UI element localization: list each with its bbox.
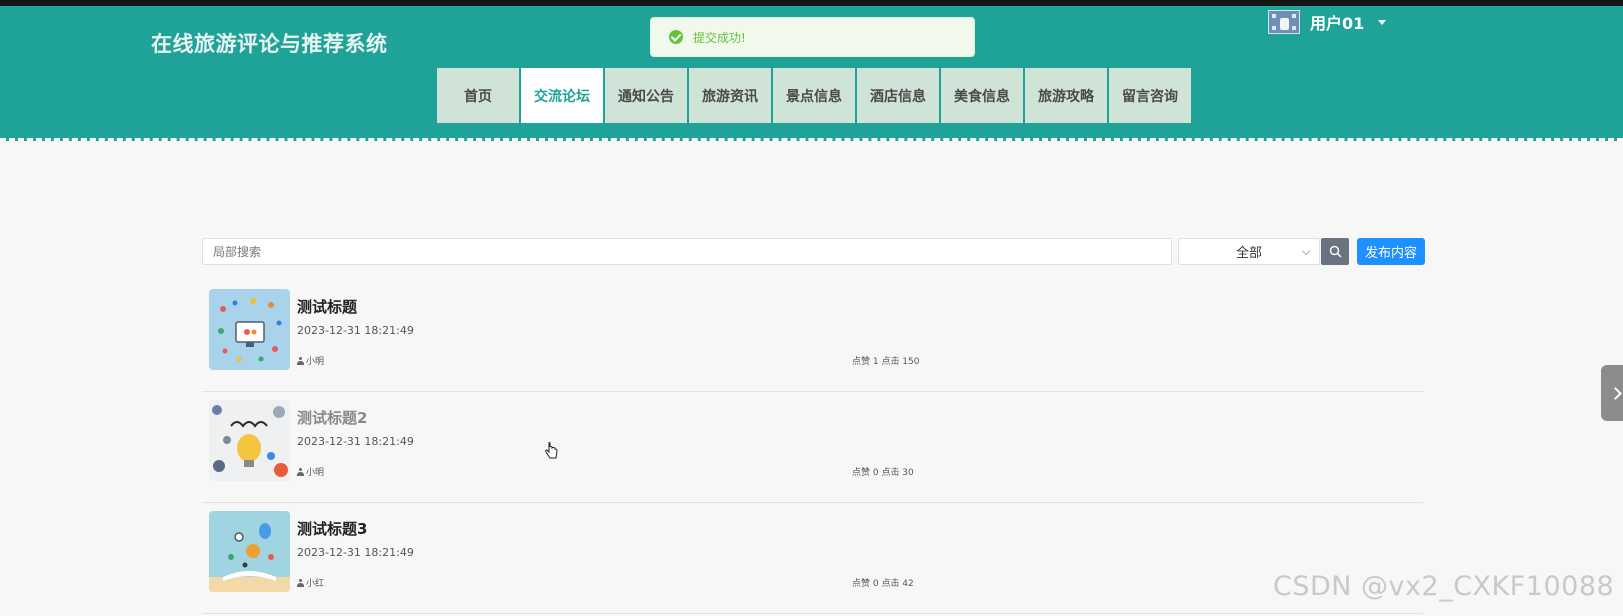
publish-button[interactable]: 发布内容 [1357, 238, 1425, 265]
post-author: 小明 [297, 465, 324, 478]
user-name[interactable]: 用户01 [1310, 10, 1364, 34]
side-drawer-toggle[interactable] [1601, 365, 1623, 421]
list-item[interactable]: 测试标题 2023-12-31 18:21:49 小明 点赞 1 点击 150 [202, 281, 1423, 392]
post-author-name: 小明 [306, 357, 325, 367]
nav-item-forum[interactable]: 交流论坛 [521, 68, 603, 123]
post-stats: 点赞 0 点击 30 [852, 468, 914, 478]
post-thumbnail[interactable] [209, 511, 290, 592]
search-input[interactable] [202, 238, 1172, 265]
check-circle-icon [669, 30, 683, 44]
user-icon [297, 578, 304, 587]
post-author: 小红 [297, 576, 324, 589]
main-nav: 首页 交流论坛 通知公告 旅游资讯 景点信息 酒店信息 美食信息 旅游攻略 留言… [437, 68, 1191, 123]
nav-item-notices[interactable]: 通知公告 [605, 68, 687, 123]
nav-item-hotels[interactable]: 酒店信息 [857, 68, 939, 123]
post-title[interactable]: 测试标题 [297, 296, 357, 317]
post-date: 2023-12-31 18:21:49 [297, 546, 414, 559]
caret-down-icon[interactable] [1378, 19, 1387, 25]
nav-item-news[interactable]: 旅游资讯 [689, 68, 771, 123]
hand-cursor-icon [545, 442, 558, 459]
post-author-name: 小明 [306, 468, 325, 478]
post-author-name: 小红 [306, 579, 325, 589]
header-divider [0, 138, 1623, 141]
site-title: 在线旅游评论与推荐系统 [151, 32, 388, 56]
post-thumbnail[interactable] [209, 400, 290, 481]
user-icon [297, 467, 304, 476]
post-date: 2023-12-31 18:21:49 [297, 435, 414, 448]
search-row: 全部 发布内容 [202, 238, 1425, 266]
user-menu[interactable]: 用户01 [1268, 10, 1387, 34]
search-icon [1329, 245, 1341, 258]
post-title[interactable]: 测试标题3 [297, 518, 367, 539]
nav-item-home[interactable]: 首页 [437, 68, 519, 123]
nav-item-guides[interactable]: 旅游攻略 [1025, 68, 1107, 123]
post-stats: 点赞 0 点击 42 [852, 579, 914, 589]
list-item[interactable]: 测试标题2 2023-12-31 18:21:49 小明 点赞 0 点击 30 [202, 392, 1423, 503]
chevron-down-icon [1301, 246, 1311, 256]
chevron-right-icon [1608, 386, 1622, 400]
post-author: 小明 [297, 354, 324, 367]
search-button[interactable] [1321, 238, 1349, 265]
nav-item-food[interactable]: 美食信息 [941, 68, 1023, 123]
post-title[interactable]: 测试标题2 [297, 407, 367, 428]
post-date: 2023-12-31 18:21:49 [297, 324, 414, 337]
nav-item-messages[interactable]: 留言咨询 [1109, 68, 1191, 123]
category-select[interactable]: 全部 [1178, 238, 1320, 265]
avatar[interactable] [1268, 10, 1300, 34]
user-icon [297, 356, 304, 365]
category-select-value: 全部 [1235, 246, 1262, 261]
list-item[interactable]: 测试标题3 2023-12-31 18:21:49 小红 点赞 0 点击 42 [202, 503, 1423, 614]
toast-message: 提交成功! [693, 30, 746, 45]
post-stats: 点赞 1 点击 150 [852, 357, 920, 367]
success-toast: 提交成功! [650, 17, 975, 57]
post-thumbnail[interactable] [209, 289, 290, 370]
nav-item-attractions[interactable]: 景点信息 [773, 68, 855, 123]
watermark: CSDN @vx2_CXKF10088 [1273, 571, 1615, 602]
